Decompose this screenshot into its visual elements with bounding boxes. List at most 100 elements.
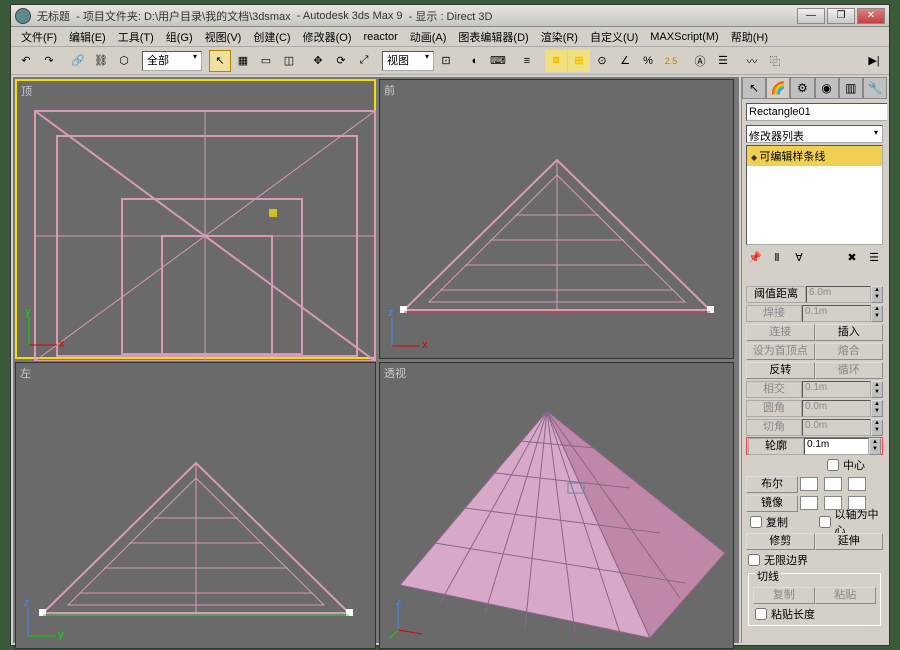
remove-modifier-button[interactable]: ✖ <box>843 248 861 266</box>
angle-snap-button[interactable]: ∠ <box>614 50 636 72</box>
menu-modifiers[interactable]: 修改器(O) <box>297 27 358 47</box>
mirror-both-icon[interactable] <box>848 496 866 510</box>
show-end-result-button[interactable]: Ⅱ <box>768 248 786 266</box>
mirror-button-rollup[interactable]: 镜像 <box>746 495 798 512</box>
viewport-perspective[interactable]: 透视 <box>379 362 734 649</box>
bind-spacewarp-button[interactable]: ⬡ <box>113 50 135 72</box>
menu-reactor[interactable]: reactor <box>358 29 404 45</box>
threshold-input[interactable]: 6.0m <box>806 286 871 303</box>
weld-spinner[interactable]: ▲▼ <box>871 305 883 322</box>
percent-snap-button[interactable]: % <box>637 50 659 72</box>
boolean-union-icon[interactable] <box>800 477 818 491</box>
tab-hierarchy[interactable]: ⚙ <box>790 77 814 99</box>
menu-animation[interactable]: 动画(A) <box>404 27 453 47</box>
extend-button[interactable]: 延伸 <box>815 533 884 550</box>
viewport-front[interactable]: 前 zx <box>379 79 734 359</box>
select-by-name-button[interactable]: ▦ <box>232 50 254 72</box>
keyboard-shortcut-button[interactable]: ⌨ <box>487 50 509 72</box>
selection-filter-dropdown[interactable]: 全部 <box>142 51 202 71</box>
boolean-button[interactable]: 布尔 <box>746 476 798 493</box>
modifier-list-dropdown[interactable]: 修改器列表 <box>746 125 883 143</box>
cycle-button[interactable]: 循环 <box>815 362 884 379</box>
mirror-button[interactable]: ⧈ <box>545 50 567 72</box>
fillet-spinner[interactable]: ▲▼ <box>871 400 883 417</box>
pastetangent-button[interactable]: 粘贴 <box>815 587 877 604</box>
select-rotate-button[interactable]: ⟳ <box>330 50 352 72</box>
connect-button[interactable]: 连接 <box>746 324 815 341</box>
modifier-stack[interactable]: 可编辑样条线 <box>746 145 883 245</box>
layers-button[interactable]: ☰ <box>712 50 734 72</box>
select-scale-button[interactable]: ⤢ <box>353 50 375 72</box>
menu-rendering[interactable]: 渲染(R) <box>535 27 584 47</box>
menu-grapheditors[interactable]: 图表编辑器(D) <box>452 27 534 47</box>
menu-views[interactable]: 视图(V) <box>199 27 248 47</box>
tab-display[interactable]: ▥ <box>839 77 863 99</box>
close-button[interactable]: ✕ <box>857 8 885 24</box>
copy-checkbox[interactable] <box>750 516 762 528</box>
snap-toggle-button[interactable]: ⊙ <box>591 50 613 72</box>
fuse-button[interactable]: 熔合 <box>815 343 884 360</box>
crossinsert-input[interactable]: 0.1m <box>802 381 871 398</box>
chamfer-input[interactable]: 0.0m <box>802 419 871 436</box>
chamfer-spinner[interactable]: ▲▼ <box>871 419 883 436</box>
outline-button[interactable]: 轮廓 <box>748 438 804 455</box>
makefirst-button[interactable]: 设为首顶点 <box>746 343 815 360</box>
insert-button[interactable]: 插入 <box>815 324 884 341</box>
menu-help[interactable]: 帮助(H) <box>725 27 774 47</box>
fillet-input[interactable]: 0.0m <box>802 400 871 417</box>
reverse-button[interactable]: 反转 <box>746 362 815 379</box>
undo-button[interactable]: ↶ <box>15 50 37 72</box>
menu-customize[interactable]: 自定义(U) <box>584 27 644 47</box>
infinite-checkbox[interactable] <box>748 554 760 566</box>
aboutpivot-checkbox[interactable] <box>819 516 831 528</box>
menu-group[interactable]: 组(G) <box>160 27 199 47</box>
chamfer-button[interactable]: 切角 <box>746 419 802 436</box>
mirror-h-icon[interactable] <box>800 496 818 510</box>
link-button[interactable]: 🔗 <box>67 50 89 72</box>
modstack-item-editable-spline[interactable]: 可编辑样条线 <box>747 146 882 166</box>
redo-button[interactable]: ↷ <box>38 50 60 72</box>
copytangent-button[interactable]: 复制 <box>753 587 815 604</box>
unlink-button[interactable]: ⛓ <box>90 50 112 72</box>
make-unique-button[interactable]: ∀ <box>790 248 808 266</box>
named-selection-button[interactable]: ≡ <box>516 50 538 72</box>
window-crossing-button[interactable]: ◫ <box>278 50 300 72</box>
configure-sets-button[interactable]: ☰ <box>865 248 883 266</box>
boolean-intersect-icon[interactable] <box>848 477 866 491</box>
crossinsert-button[interactable]: 相交 <box>746 381 802 398</box>
threshold-spinner[interactable]: ▲▼ <box>871 286 883 303</box>
select-button[interactable]: ↖ <box>209 50 231 72</box>
toolbar-end-button[interactable]: ▶| <box>863 50 885 72</box>
fillet-button[interactable]: 圆角 <box>746 400 802 417</box>
outline-spinner[interactable]: ▲▼ <box>869 438 881 455</box>
select-manipulate-button[interactable]: ◐ <box>464 50 486 72</box>
maximize-button[interactable]: ❐ <box>827 8 855 24</box>
menu-maxscript[interactable]: MAXScript(M) <box>644 29 724 45</box>
curve-editor-button[interactable]: 〰 <box>741 50 763 72</box>
mirror-v-icon[interactable] <box>824 496 842 510</box>
tab-modify[interactable]: 🌈 <box>766 77 790 99</box>
pastelength-checkbox[interactable] <box>755 608 767 620</box>
minimize-button[interactable]: — <box>797 8 825 24</box>
pin-stack-button[interactable]: 📌 <box>746 248 764 266</box>
weld-button[interactable]: 焊接 <box>746 305 802 322</box>
center-checkbox[interactable] <box>827 459 839 471</box>
viewport-left[interactable]: 左 zy <box>15 362 376 649</box>
menu-create[interactable]: 创建(C) <box>247 27 296 47</box>
weld-input[interactable]: 0.1m <box>802 305 871 322</box>
trim-button[interactable]: 修剪 <box>746 533 815 550</box>
tab-create[interactable]: ↖ <box>742 77 766 99</box>
menu-edit[interactable]: 编辑(E) <box>63 27 112 47</box>
crossinsert-spinner[interactable]: ▲▼ <box>871 381 883 398</box>
tab-utilities[interactable]: 🔧 <box>863 77 887 99</box>
menu-file[interactable]: 文件(F) <box>15 27 63 47</box>
pivot-center-button[interactable]: ⊡ <box>435 50 457 72</box>
select-region-button[interactable]: ▭ <box>255 50 277 72</box>
spinner-snap-button[interactable]: 2.5 <box>660 50 682 72</box>
refcoord-dropdown[interactable]: 视图 <box>382 51 434 71</box>
edit-named-button[interactable]: Ⓐ <box>689 50 711 72</box>
tab-motion[interactable]: ◉ <box>815 77 839 99</box>
outline-input[interactable]: 0.1m <box>804 438 869 455</box>
schematic-button[interactable]: ⿻ <box>764 50 786 72</box>
object-name-input[interactable] <box>746 103 887 121</box>
